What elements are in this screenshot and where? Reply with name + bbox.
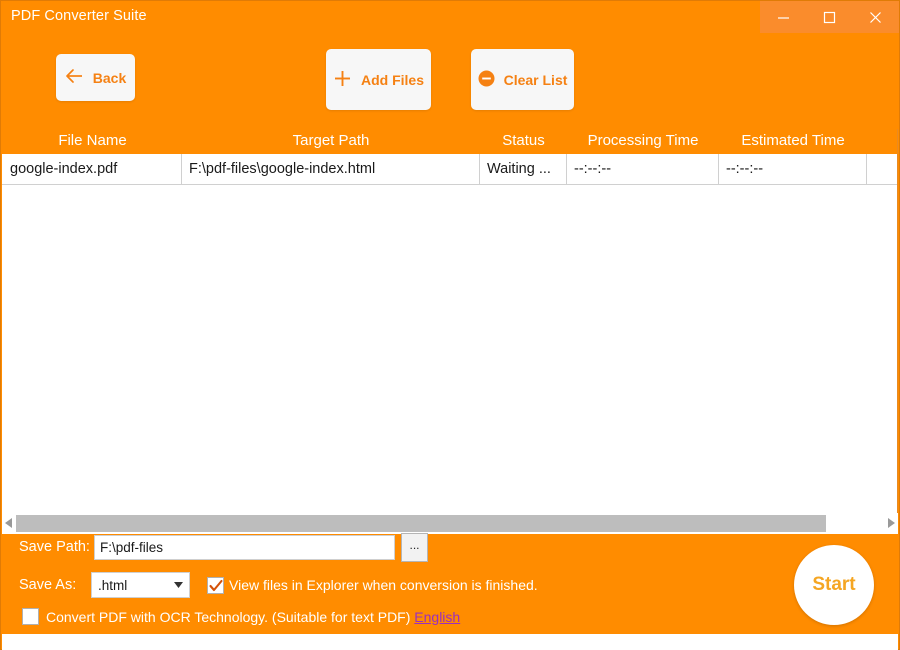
- app-window: PDF Converter Suite Back Add Files Clear…: [0, 0, 900, 650]
- cell-processing_time: --:--:--: [567, 154, 719, 184]
- clear-list-button[interactable]: Clear List: [471, 49, 574, 110]
- cell-status: Waiting ...: [480, 154, 567, 184]
- file-list-table: File Name Target Path Status Processing Tim…: [2, 129, 898, 513]
- view-in-explorer-checkbox[interactable]: [207, 577, 224, 594]
- close-icon: [869, 11, 882, 24]
- cell-spacer: [867, 154, 897, 184]
- save-as-label: Save As:: [19, 577, 77, 593]
- column-header-estimated_time[interactable]: Estimated Time: [719, 129, 867, 154]
- column-header-processing_time[interactable]: Processing Time: [567, 129, 719, 154]
- table-header-row: File Name Target Path Status Processing Tim…: [2, 129, 897, 154]
- back-button-label: Back: [92, 69, 127, 86]
- cell-target_path: F:\pdf-files\google-index.html: [182, 154, 480, 184]
- window-title: PDF Converter Suite: [11, 8, 147, 24]
- arrow-left-icon: [65, 68, 84, 87]
- save-path-input[interactable]: [94, 535, 395, 560]
- minimize-icon: [777, 11, 790, 24]
- chevron-down-icon: [167, 582, 189, 588]
- scroll-right-button[interactable]: [884, 513, 898, 534]
- scrollbar-track[interactable]: [16, 513, 884, 534]
- horizontal-scrollbar[interactable]: [2, 513, 898, 534]
- save-as-selected-value: .html: [98, 577, 128, 593]
- cell-file_name: google-index.pdf: [3, 154, 182, 184]
- checkmark-icon: [208, 579, 223, 593]
- ocr-language-link[interactable]: English: [414, 609, 460, 625]
- save-as-select[interactable]: .html: [91, 572, 190, 598]
- table-row[interactable]: google-index.pdf F:\pdf-files\google-inde…: [2, 154, 897, 185]
- add-files-button-label: Add Files: [360, 71, 424, 88]
- scrollbar-thumb[interactable]: [16, 515, 826, 532]
- ocr-label: Convert PDF with OCR Technology. (Suitab…: [46, 609, 411, 625]
- column-header-file_name[interactable]: File Name: [3, 129, 182, 154]
- save-path-label: Save Path:: [19, 539, 90, 555]
- close-button[interactable]: [853, 1, 899, 33]
- start-button[interactable]: Start: [794, 545, 874, 625]
- plus-icon: [333, 69, 352, 91]
- add-files-button[interactable]: Add Files: [326, 49, 431, 110]
- column-header-spacer[interactable]: [867, 129, 897, 154]
- scroll-left-button[interactable]: [2, 513, 16, 534]
- minus-circle-icon: [478, 70, 495, 90]
- status-bar: [2, 634, 898, 650]
- browse-path-button[interactable]: ...: [401, 533, 428, 562]
- cell-estimated_time: --:--:--: [719, 154, 867, 184]
- ocr-checkbox[interactable]: [22, 608, 39, 625]
- toolbar: Back Add Files Clear List: [1, 35, 899, 129]
- maximize-button[interactable]: [806, 1, 852, 33]
- ocr-label-row: Convert PDF with OCR Technology. (Suitab…: [46, 609, 460, 625]
- maximize-icon: [823, 11, 836, 24]
- back-button[interactable]: Back: [56, 54, 135, 101]
- view-in-explorer-label: View files in Explorer when conversion i…: [229, 577, 538, 593]
- triangle-left-icon: [5, 515, 13, 533]
- title-bar: PDF Converter Suite: [1, 1, 899, 35]
- table-body: google-index.pdf F:\pdf-files\google-inde…: [2, 154, 897, 513]
- clear-list-button-label: Clear List: [503, 71, 568, 88]
- column-header-target_path[interactable]: Target Path: [182, 129, 480, 154]
- triangle-right-icon: [887, 515, 895, 533]
- column-header-status[interactable]: Status: [480, 129, 567, 154]
- window-controls: [760, 1, 899, 33]
- minimize-button[interactable]: [760, 1, 806, 33]
